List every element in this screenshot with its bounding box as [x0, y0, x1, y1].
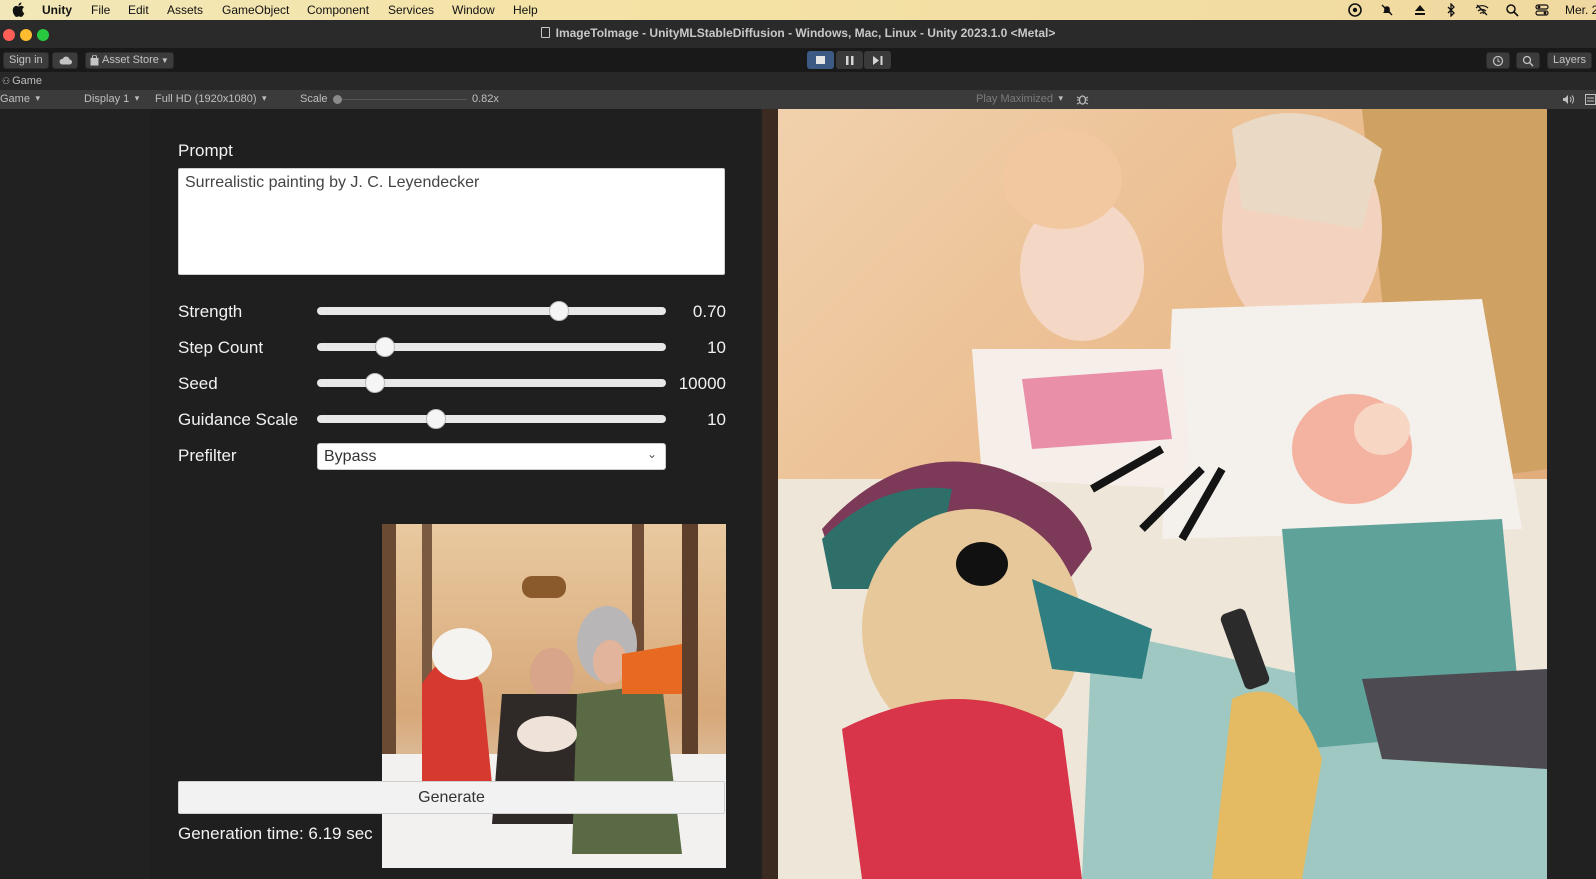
asset-store-label: Asset Store	[102, 54, 159, 66]
gizmo-bug-icon[interactable]	[1076, 93, 1089, 106]
resolution-dropdown[interactable]: Full HD (1920x1080)	[155, 93, 266, 105]
play-stop-button[interactable]	[807, 51, 834, 69]
document-icon	[540, 27, 550, 38]
guidance-scale-slider[interactable]	[317, 415, 666, 423]
guidance-scale-slider-handle[interactable]	[426, 409, 446, 429]
scale-slider-track[interactable]	[337, 99, 467, 100]
cloud-button[interactable]	[52, 52, 78, 69]
game-view-right-margin	[1547, 109, 1596, 879]
play-mode-dropdown[interactable]: Play Maximized	[976, 93, 1063, 105]
chevron-down-icon: ⌄	[646, 447, 657, 461]
guidance-scale-value: 10	[707, 410, 726, 429]
menubar-clock[interactable]: Mer. 2	[1565, 3, 1596, 17]
game-view-toolbar: Game Display 1 Full HD (1920x1080) Scale…	[0, 90, 1596, 109]
sign-in-button[interactable]: Sign in	[3, 52, 49, 69]
game-tab-strip: ⚇ Game	[0, 72, 1596, 90]
menu-component[interactable]: Component	[307, 3, 369, 17]
bluetooth-icon[interactable]	[1444, 3, 1458, 17]
display-dropdown[interactable]: Display 1	[84, 93, 140, 105]
strength-slider[interactable]	[317, 307, 666, 315]
menu-edit[interactable]: Edit	[128, 3, 149, 17]
spotlight-search-icon[interactable]	[1505, 3, 1519, 17]
eject-icon[interactable]	[1413, 3, 1427, 17]
seed-value: 10000	[678, 374, 726, 393]
tab-game-label: Game	[12, 75, 43, 87]
step-count-slider-handle[interactable]	[375, 337, 395, 357]
stop-icon	[816, 56, 825, 64]
prompt-input[interactable]: Surrealistic painting by J. C. Leyendeck…	[178, 168, 725, 275]
prefilter-label: Prefilter	[178, 446, 237, 465]
gamepad-icon: ⚇	[2, 76, 11, 86]
control-center-icon[interactable]	[1535, 3, 1549, 17]
menu-help[interactable]: Help	[513, 3, 538, 17]
view-mode-dropdown[interactable]: Game	[0, 93, 40, 105]
window-title-text: ImageToImage - UnityMLStableDiffusion - …	[555, 26, 1056, 40]
tab-game[interactable]: ⚇ Game	[2, 75, 42, 87]
prefilter-selected-value: Bypass	[324, 448, 377, 465]
creative-cloud-icon[interactable]	[1348, 3, 1362, 17]
macos-menubar: Unity File Edit Assets GameObject Compon…	[0, 0, 1596, 20]
wifi-off-icon[interactable]	[1475, 3, 1489, 17]
scale-label: Scale	[300, 93, 328, 105]
strength-value: 0.70	[692, 302, 726, 321]
step-count-slider[interactable]	[317, 343, 666, 351]
undo-history-button[interactable]	[1486, 52, 1510, 69]
strength-slider-handle[interactable]	[549, 301, 569, 321]
generated-output-image	[762, 109, 1547, 879]
step-count-label: Step Count	[178, 338, 264, 357]
apple-menu-icon[interactable]	[12, 2, 25, 17]
menu-window[interactable]: Window	[452, 3, 495, 17]
menu-gameobject[interactable]: GameObject	[222, 3, 289, 17]
zoom-window-button[interactable]	[37, 29, 49, 41]
pause-icon	[846, 56, 854, 65]
chevron-down-icon: ▼	[160, 56, 169, 65]
stats-icon[interactable]	[1585, 94, 1596, 105]
audio-icon[interactable]	[1562, 94, 1574, 105]
history-icon	[1492, 55, 1504, 67]
cloud-icon	[59, 56, 72, 65]
pause-button[interactable]	[836, 51, 863, 69]
minimize-window-button[interactable]	[20, 29, 32, 41]
menu-file[interactable]: File	[91, 3, 110, 17]
generation-time-text: Generation time: 6.19 sec	[178, 824, 373, 843]
prefilter-dropdown[interactable]: Bypass ⌄	[317, 443, 666, 470]
asset-store-button[interactable]: Asset Store ▼	[85, 52, 174, 69]
step-button[interactable]	[864, 51, 891, 69]
scale-slider-handle[interactable]	[333, 95, 342, 104]
window-title: ImageToImage - UnityMLStableDiffusion - …	[0, 26, 1596, 40]
seed-label: Seed	[178, 374, 218, 393]
scale-value: 0.82x	[472, 93, 499, 105]
search-icon	[1522, 55, 1534, 67]
generate-button[interactable]: Generate	[178, 781, 725, 814]
strength-label: Strength	[178, 302, 243, 321]
unity-main-toolbar	[0, 48, 1596, 72]
step-forward-icon	[873, 56, 883, 65]
prompt-label: Prompt	[178, 141, 233, 160]
menu-services[interactable]: Services	[388, 3, 434, 17]
guidance-scale-label: Guidance Scale	[178, 410, 299, 429]
search-button[interactable]	[1516, 52, 1540, 69]
step-count-value: 10	[707, 338, 726, 357]
shopping-bag-icon	[90, 55, 99, 66]
seed-slider-handle[interactable]	[365, 373, 385, 393]
menu-assets[interactable]: Assets	[167, 3, 203, 17]
notifications-muted-icon[interactable]	[1380, 3, 1394, 17]
layers-dropdown[interactable]: Layers	[1547, 52, 1593, 69]
menu-app-name[interactable]: Unity	[42, 3, 72, 17]
close-window-button[interactable]	[3, 29, 15, 41]
input-image	[382, 524, 726, 868]
window-titlebar: ImageToImage - UnityMLStableDiffusion - …	[0, 20, 1596, 48]
